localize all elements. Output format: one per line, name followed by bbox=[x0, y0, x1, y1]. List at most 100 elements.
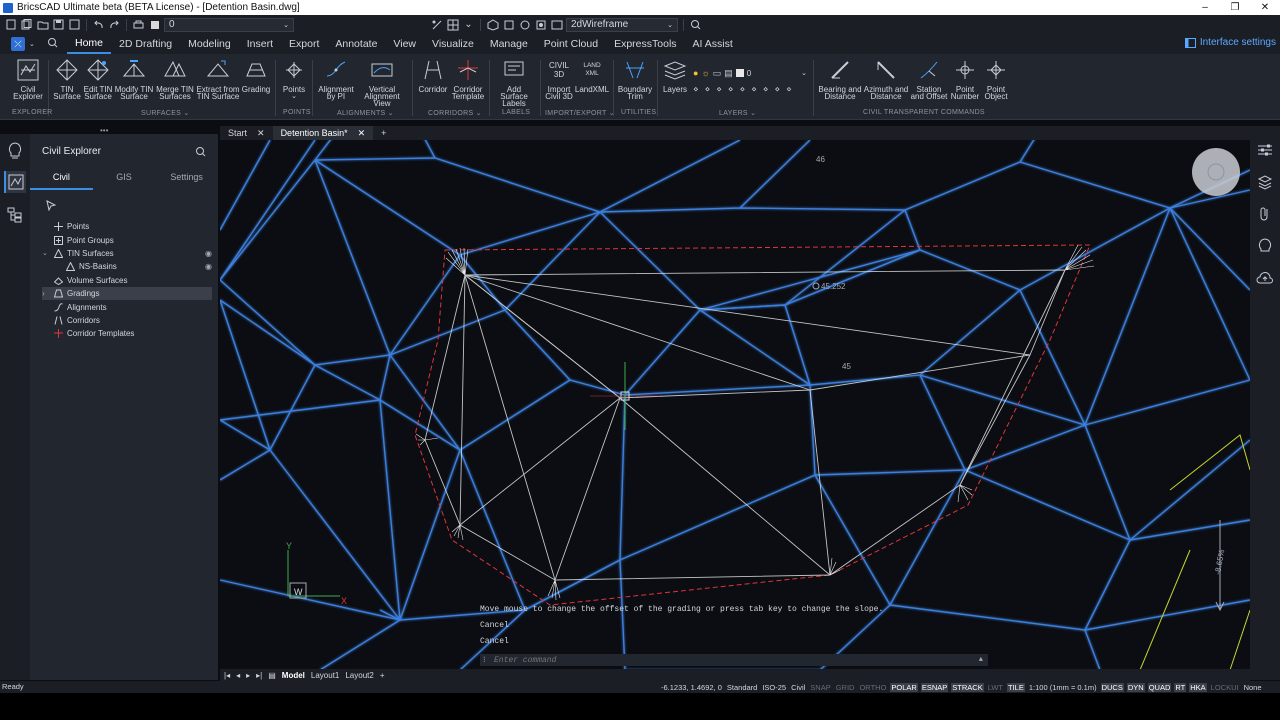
point-object-button[interactable]: Point Object bbox=[981, 58, 1011, 101]
layer-tool-icon[interactable]: ⋄ bbox=[774, 84, 780, 95]
tab-view[interactable]: View bbox=[385, 34, 424, 54]
render-icon[interactable] bbox=[518, 18, 531, 31]
drawing-canvas[interactable]: 46 45.252 45 -8.65% Y X W bbox=[220, 140, 1250, 670]
material-icon[interactable] bbox=[534, 18, 547, 31]
alignment-by-pi-button[interactable]: Alignment by PI bbox=[316, 58, 356, 101]
layer-tool-icon[interactable]: ⋄ bbox=[705, 84, 711, 95]
civil-explorer-panel-icon[interactable] bbox=[4, 171, 26, 193]
tree-item-ns-basins[interactable]: NS-Basins ◉ bbox=[42, 260, 212, 273]
tab-expresstools[interactable]: ExpressTools bbox=[606, 34, 684, 54]
status-toggle-esnap[interactable]: ESNAP bbox=[920, 682, 949, 692]
properties-sliders-icon[interactable] bbox=[1255, 140, 1275, 160]
last-layout-icon[interactable]: ▸| bbox=[256, 671, 262, 680]
status-toggle-lockui[interactable]: LOCKUI bbox=[1210, 683, 1240, 692]
visual-style-combo[interactable]: 2dWireframe ⌄ bbox=[566, 17, 678, 32]
tree-item-tin-surfaces[interactable]: ⌄ TIN Surfaces ◉ bbox=[42, 247, 212, 260]
edit-tin-surface-button[interactable]: Edit TIN Surface bbox=[82, 58, 114, 101]
status-toggle-ducs[interactable]: DUCS bbox=[1100, 682, 1124, 692]
visual-style-icon[interactable] bbox=[550, 18, 563, 31]
tab-annotate[interactable]: Annotate bbox=[327, 34, 385, 54]
points-button[interactable]: Points ⌄ bbox=[280, 58, 308, 100]
vertical-alignment-view-button[interactable]: Vertical Alignment View bbox=[356, 58, 408, 108]
tree-item-corridors[interactable]: Corridors bbox=[42, 314, 212, 327]
application-menu-button[interactable]: ⤫ bbox=[11, 37, 25, 51]
structure-tree-icon[interactable] bbox=[4, 204, 26, 226]
bearing-distance-button[interactable]: Bearing and Distance bbox=[818, 58, 862, 101]
modify-tin-surface-button[interactable]: Modify TIN Surface bbox=[114, 58, 154, 101]
tree-item-point-groups[interactable]: Point Groups bbox=[42, 233, 212, 246]
command-input[interactable] bbox=[494, 655, 964, 665]
status-toggle-rt[interactable]: RT bbox=[1174, 682, 1187, 692]
tab-manage[interactable]: Manage bbox=[482, 34, 536, 54]
status-toggle-tile[interactable]: TILE bbox=[1007, 682, 1025, 692]
corridor-button[interactable]: Corridor bbox=[416, 58, 450, 94]
visibility-eye-icon[interactable]: ◉ bbox=[205, 249, 212, 258]
civil-explorer-button[interactable]: Civil Explorer bbox=[12, 58, 44, 101]
doc-tab-detention-basin[interactable]: Detention Basin* ✕ bbox=[272, 126, 374, 140]
merge-tin-surfaces-button[interactable]: Merge TIN Surfaces bbox=[155, 58, 195, 101]
layers-button[interactable]: Layers bbox=[661, 58, 689, 94]
layer-combo[interactable]: 0 ⌄ bbox=[164, 17, 294, 32]
status-toggle-dyn[interactable]: DYN bbox=[1126, 682, 1145, 692]
tab-settings[interactable]: Settings bbox=[155, 170, 218, 190]
add-layout-button[interactable]: + bbox=[380, 671, 385, 680]
prev-layout-icon[interactable]: ◂ bbox=[236, 671, 240, 680]
tips-icon[interactable] bbox=[1255, 236, 1275, 256]
layer-control[interactable]: ● ☼ ▭ ▤ 0 ⌄ bbox=[693, 67, 807, 79]
tab-gis[interactable]: GIS bbox=[93, 170, 156, 190]
layer-tool-icon[interactable]: ⋄ bbox=[693, 84, 699, 95]
tree-item-volume-surfaces[interactable]: Volume Surfaces bbox=[42, 274, 212, 287]
chevron-right-icon[interactable]: › bbox=[42, 289, 51, 298]
status-toggle-snap[interactable]: SNAP bbox=[809, 683, 831, 692]
status-toggle-civil[interactable]: Civil bbox=[790, 683, 806, 692]
tab-ai-assist[interactable]: AI Assist bbox=[685, 34, 741, 54]
chevron-up-icon[interactable]: ▲ bbox=[979, 656, 983, 664]
close-button[interactable]: ✕ bbox=[1250, 0, 1280, 15]
interface-settings-link[interactable]: Interface settings bbox=[1184, 37, 1276, 48]
status-toggle-polar[interactable]: POLAR bbox=[890, 682, 918, 692]
lightbulb-icon[interactable] bbox=[4, 140, 26, 162]
layer-tool-icon[interactable]: ⋄ bbox=[740, 84, 746, 95]
corridor-template-button[interactable]: Corridor Template bbox=[450, 58, 486, 101]
chevron-down-icon[interactable]: ⌄ bbox=[42, 249, 51, 257]
point-number-button[interactable]: Point Number bbox=[950, 58, 980, 101]
tab-export[interactable]: Export bbox=[281, 34, 327, 54]
doc-tab-start[interactable]: Start ✕ bbox=[220, 126, 273, 140]
layer-color-swatch-icon[interactable] bbox=[148, 18, 161, 31]
boundary-trim-button[interactable]: Boundary Trim bbox=[617, 58, 653, 101]
new-from-template-icon[interactable] bbox=[20, 18, 33, 31]
properties-icon[interactable] bbox=[430, 18, 443, 31]
select-arrow-icon[interactable] bbox=[46, 200, 57, 214]
new-file-icon[interactable] bbox=[4, 18, 17, 31]
group-label-corridors[interactable]: CORRIDORS ⌄ bbox=[428, 109, 482, 117]
visibility-eye-icon[interactable]: ◉ bbox=[205, 262, 212, 271]
search-icon[interactable] bbox=[195, 146, 206, 160]
chevron-down-icon[interactable]: ⌄ bbox=[462, 18, 475, 31]
status-toggle-standard[interactable]: Standard bbox=[726, 683, 758, 692]
station-offset-button[interactable]: Station and Offset bbox=[910, 58, 948, 101]
grading-button[interactable]: Grading bbox=[240, 58, 272, 94]
azimuth-distance-button[interactable]: Azimuth and Distance bbox=[862, 58, 910, 101]
view-box-icon[interactable] bbox=[502, 18, 515, 31]
new-doc-tab-button[interactable]: + bbox=[373, 126, 394, 140]
status-toggle-grid[interactable]: GRID bbox=[835, 683, 856, 692]
open-folder-icon[interactable] bbox=[36, 18, 49, 31]
cloud-upload-icon[interactable] bbox=[1255, 268, 1275, 288]
tree-item-gradings[interactable]: › Gradings bbox=[42, 286, 212, 301]
tab-insert[interactable]: Insert bbox=[239, 34, 281, 54]
panel-grip-icon[interactable]: ••• bbox=[100, 126, 108, 135]
tab-civil[interactable]: Civil bbox=[30, 170, 93, 190]
tab-visualize[interactable]: Visualize bbox=[424, 34, 482, 54]
tab-2d-drafting[interactable]: 2D Drafting bbox=[111, 34, 180, 54]
grid-toggle-icon[interactable] bbox=[446, 18, 459, 31]
tab-point-cloud[interactable]: Point Cloud bbox=[536, 34, 606, 54]
redo-icon[interactable] bbox=[108, 18, 121, 31]
landxml-button[interactable]: LAND XML LandXML bbox=[575, 58, 609, 94]
layers-panel-icon[interactable] bbox=[1255, 172, 1275, 192]
layout-list-icon[interactable]: ▤ bbox=[268, 671, 276, 680]
layer-tool-icon[interactable]: ⋄ bbox=[751, 84, 757, 95]
add-surface-labels-button[interactable]: Add Surface Labels bbox=[492, 58, 536, 108]
save-icon[interactable] bbox=[52, 18, 65, 31]
layer-tool-icon[interactable]: ⋄ bbox=[728, 84, 734, 95]
group-label-layers[interactable]: LAYERS ⌄ bbox=[719, 109, 756, 117]
